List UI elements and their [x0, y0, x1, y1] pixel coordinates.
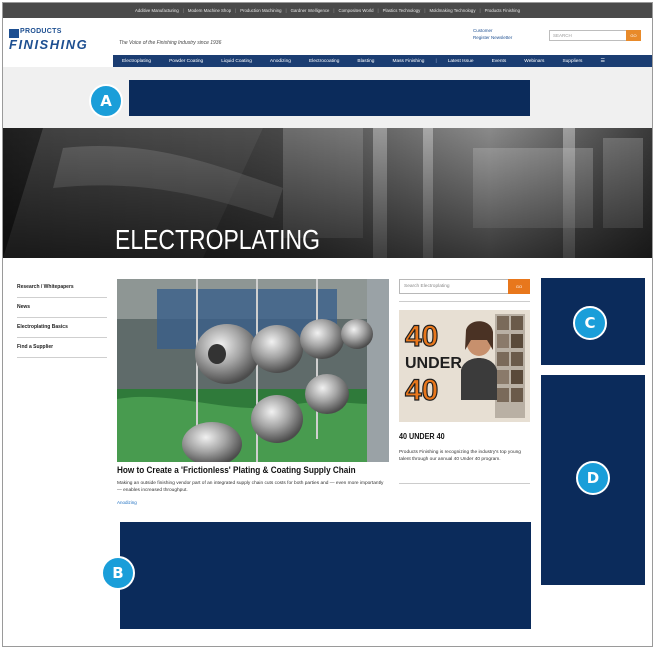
account-links: Customer Register Newsletter: [473, 27, 512, 41]
register-link[interactable]: Register: [473, 35, 490, 40]
ad-label-badge-b: B: [101, 556, 135, 590]
promo-number-bottom: 40: [405, 374, 438, 407]
promo-image[interactable]: 40 UNDER 40: [399, 310, 530, 422]
sidebar-item-news[interactable]: News: [17, 298, 107, 318]
network-link[interactable]: Modern Machine Shop: [188, 8, 231, 13]
header-search-button[interactable]: GO: [626, 30, 641, 41]
nav-item[interactable]: Electrocoating: [300, 59, 348, 64]
promo-number-top: 40: [405, 320, 438, 353]
nav-item[interactable]: Mass Finishing: [383, 59, 433, 64]
hero-title: ELECTROPLATING: [115, 224, 320, 255]
section-search-button[interactable]: GO: [508, 279, 530, 294]
nav-item[interactable]: Blasting: [348, 59, 383, 64]
page-frame: Additive Manufacturing | Modern Machine S…: [2, 2, 653, 647]
site-tagline: The Voice of the Finishing Industry sinc…: [119, 40, 222, 46]
network-link[interactable]: Products Finishing: [485, 8, 520, 13]
divider: [399, 483, 530, 484]
newsletter-link[interactable]: Newsletter: [491, 35, 512, 40]
network-link[interactable]: Additive Manufacturing: [135, 8, 179, 13]
network-link[interactable]: Plastics Technology: [383, 8, 421, 13]
sidebar-item-research[interactable]: Research / Whitepapers: [17, 278, 107, 298]
network-bar: Additive Manufacturing | Modern Machine S…: [3, 3, 652, 18]
sidebar-menu: Research / Whitepapers News Electroplati…: [17, 278, 107, 358]
sidebar-item-supplier[interactable]: Find a Supplier: [17, 338, 107, 358]
feature-description: Making an outside finishing vendor part …: [117, 481, 384, 493]
promo-under: UNDER: [405, 355, 462, 372]
site-logo[interactable]: PRODUCTS FINISHING: [9, 28, 109, 52]
nav-item[interactable]: Events: [483, 59, 516, 64]
promo-title[interactable]: 40 UNDER 40: [399, 432, 445, 441]
ad-label-badge-c: C: [573, 306, 607, 340]
hero-photo: [3, 128, 652, 258]
header-search-input[interactable]: SEARCH: [549, 30, 627, 41]
feature-image[interactable]: [117, 279, 389, 462]
menu-icon[interactable]: ☰: [591, 59, 613, 64]
main-nav: Electroplating Powder Coating Liquid Coa…: [113, 55, 652, 67]
promo-description: Products Finishing is recognizing the in…: [399, 450, 521, 462]
logo-top-text: PRODUCTS: [20, 28, 62, 35]
sidebar-item-basics[interactable]: Electroplating Basics: [17, 318, 107, 338]
account-label: Customer: [473, 28, 493, 33]
promo-graphic: 40 UNDER 40: [399, 310, 530, 422]
feature-tag[interactable]: Anodizing: [117, 500, 137, 505]
ad-label-badge-d: D: [576, 461, 610, 495]
divider: [399, 301, 530, 302]
hero-banner: ELECTROPLATING: [3, 128, 652, 258]
nav-item[interactable]: Latest Issue: [439, 59, 483, 64]
network-link[interactable]: Moldmaking Technology: [429, 8, 475, 13]
feature-title[interactable]: How to Create a 'Frictionless' Plating &…: [117, 465, 356, 476]
section-search-input[interactable]: Search Electroplating: [399, 279, 509, 294]
nav-item[interactable]: Suppliers: [553, 59, 591, 64]
ad-slot-b[interactable]: [120, 522, 531, 629]
network-link[interactable]: Gardner Intelligence: [291, 8, 330, 13]
nav-item[interactable]: Powder Coating: [160, 59, 212, 64]
nav-item[interactable]: Electroplating: [113, 59, 160, 64]
nav-item[interactable]: Anodizing: [261, 59, 300, 64]
network-link[interactable]: Production Machining: [240, 8, 281, 13]
ad-slot-a[interactable]: [129, 80, 530, 116]
nav-item[interactable]: Webinars: [515, 59, 553, 64]
nav-item[interactable]: Liquid Coating: [212, 59, 261, 64]
feature-photo: [117, 279, 389, 462]
ad-label-badge-a: A: [89, 84, 123, 118]
network-link[interactable]: Composites World: [339, 8, 374, 13]
logo-bottom-text: FINISHING: [9, 37, 89, 52]
